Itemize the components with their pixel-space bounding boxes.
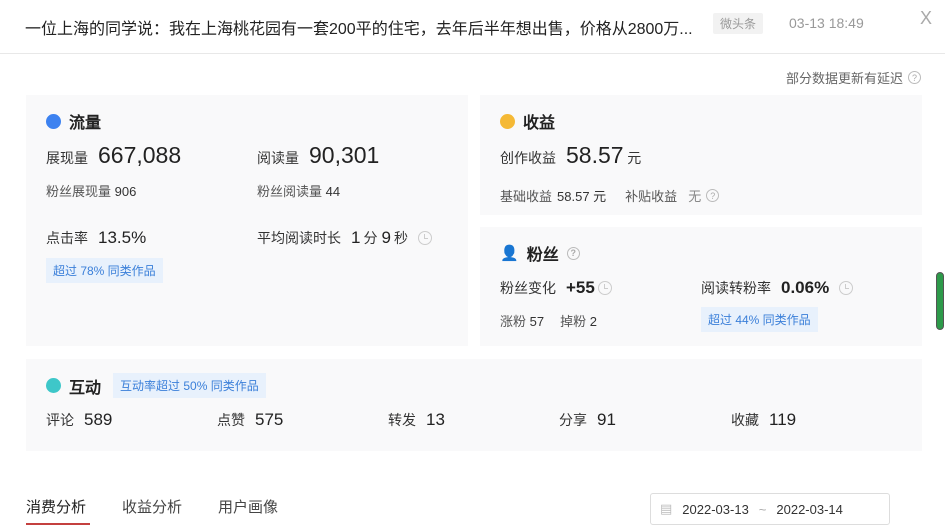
publish-time: 03-13 18:49 <box>789 15 864 31</box>
min-unit: 分 <box>363 230 378 246</box>
shares-value: 91 <box>597 410 616 429</box>
base-income-value: 58.57 元 <box>557 189 607 204</box>
traffic-title-text: 流量 <box>69 115 102 132</box>
scrollbar-thumb[interactable] <box>936 272 944 330</box>
likes-value: 575 <box>255 410 284 429</box>
conversion-value: 0.06% <box>781 278 830 297</box>
conversion-label: 阅读转粉率 <box>701 280 771 296</box>
interact-title: 互动 互动率超过 50% 同类作品 <box>46 373 266 398</box>
conversion-badge: 超过 44% 同类作品 <box>701 307 818 332</box>
active-tab-indicator <box>26 523 90 525</box>
source-badge: 微头条 <box>713 13 764 34</box>
traffic-title: 流量 <box>46 109 101 133</box>
gain-value: 57 <box>529 314 545 329</box>
fans-change-value: +55 <box>566 278 595 297</box>
income-label: 创作收益 <box>500 150 556 166</box>
help-icon[interactable]: ? <box>566 246 580 260</box>
reposts-value: 13 <box>426 410 445 429</box>
likes-label: 点赞 <box>217 412 245 428</box>
favorites-value: 119 <box>769 410 797 429</box>
clock-icon[interactable] <box>839 281 854 295</box>
base-income-label: 基础收益 <box>500 189 553 204</box>
sec-unit: 秒 <box>393 230 408 246</box>
date-end: 2022-03-14 <box>776 501 843 517</box>
fan-impressions-label: 粉丝展现量 <box>46 184 112 199</box>
subsidy-label: 补贴收益 <box>625 189 678 204</box>
income-value: 58.57 <box>566 142 624 168</box>
reads-label: 阅读量 <box>257 150 299 166</box>
tab-consumption[interactable]: 消费分析 <box>26 496 86 517</box>
shares-label: 分享 <box>559 412 587 428</box>
interact-badge: 互动率超过 50% 同类作品 <box>113 373 266 398</box>
tab-income[interactable]: 收益分析 <box>122 496 182 517</box>
clock-icon[interactable] <box>417 231 432 245</box>
fans-change-label: 粉丝变化 <box>500 280 556 296</box>
tab-user-profile[interactable]: 用户画像 <box>218 496 278 517</box>
chat-icon <box>46 378 61 393</box>
help-icon[interactable]: ? <box>706 189 720 202</box>
fan-impressions-value: 906 <box>114 184 137 199</box>
clock-icon[interactable] <box>597 281 612 295</box>
coin-icon <box>500 113 515 129</box>
user-icon: 👤 <box>500 245 519 262</box>
gain-label: 涨粉 <box>500 314 527 329</box>
help-icon[interactable]: ? <box>908 71 921 84</box>
comments-value: 589 <box>84 410 113 429</box>
traffic-icon <box>46 113 61 129</box>
ctr-value: 13.5% <box>98 228 147 247</box>
income-unit: 元 <box>627 150 642 166</box>
avg-seconds: 9 <box>381 228 391 247</box>
favorites-label: 收藏 <box>731 412 759 428</box>
fans-title-text: 粉丝 <box>526 247 559 264</box>
calendar-icon: ▤ <box>660 501 673 516</box>
comments-label: 评论 <box>46 412 74 428</box>
date-range-picker[interactable]: ▤ 2022-03-13 ~ 2022-03-14 <box>650 493 890 525</box>
close-button[interactable]: X <box>920 8 932 29</box>
interact-title-text: 互动 <box>69 379 102 397</box>
fans-title: 👤 粉丝? <box>500 241 580 265</box>
date-separator: ~ <box>758 501 767 517</box>
ctr-label: 点击率 <box>46 230 88 246</box>
delay-notice-text: 部分数据更新有延迟 <box>785 71 903 86</box>
impressions-value: 667,088 <box>98 142 182 168</box>
income-title: 收益 <box>500 109 555 133</box>
subsidy-value: 无 <box>688 189 702 204</box>
avg-read-label: 平均阅读时长 <box>257 230 341 246</box>
reposts-label: 转发 <box>388 412 416 428</box>
loss-value: 2 <box>589 314 597 329</box>
date-start: 2022-03-13 <box>682 501 749 517</box>
reads-value: 90,301 <box>309 142 380 168</box>
fan-reads-label: 粉丝阅读量 <box>257 184 323 199</box>
impressions-label: 展现量 <box>46 150 88 166</box>
article-title: 一位上海的同学说：我在上海桃花园有一套200平的住宅，去年后半年想出售，价格从2… <box>25 21 693 38</box>
delay-notice: 部分数据更新有延迟? <box>786 68 921 87</box>
income-title-text: 收益 <box>523 115 556 132</box>
avg-minutes: 1 <box>351 228 361 247</box>
fan-reads-value: 44 <box>325 184 341 199</box>
ctr-badge: 超过 78% 同类作品 <box>46 258 163 283</box>
loss-label: 掉粉 <box>560 314 587 329</box>
